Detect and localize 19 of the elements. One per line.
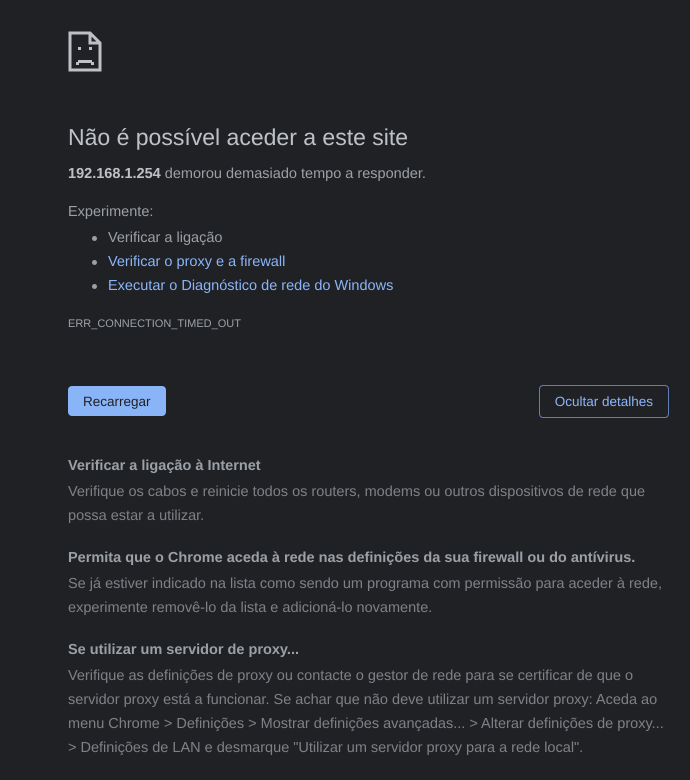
details-button[interactable]: Ocultar detalhes (538, 385, 669, 418)
detail-heading: Verificar a ligação à Internet (68, 457, 262, 476)
suggestion-link[interactable]: Verificar o proxy e a firewall (108, 254, 286, 270)
error-message: 192.168.1.254 demorou demasiado tempo a responder. (68, 165, 427, 184)
suggestion-link[interactable]: Executar o Diagnóstico de rede do Windows (108, 278, 394, 294)
bullet-icon (92, 236, 97, 240)
sad-page-icon (68, 31, 102, 72)
suggestion-text: Verificar a ligação (108, 230, 222, 246)
bullet-icon (92, 260, 97, 264)
bullet-icon (92, 284, 97, 288)
error-code: ERR_CONNECTION_TIMED_OUT (68, 318, 242, 330)
reload-button[interactable]: Recarregar (68, 386, 166, 416)
detail-text: Verifique as definições de proxy ou contacte o gestor de rede para se certificar de que o servidor proxy está a funcionar. Se achar que não deve utilizar um servidor proxy: Aceda ao menu Chrome > Definições > Mostrar definições avançadas... > Alterar definições de proxy... > Definições de LAN e desmarque "Utilizar um servidor proxy para a rede local". (68, 667, 665, 758)
detail-heading: Permita que o Chrome aceda à rede nas definições da sua firewall ou do antívirus. (68, 549, 636, 568)
detail-text: Se já estiver indicado na lista como sendo um programa com permissão para aceder à rede, experimente removê-lo da lista e adicioná-lo novamente. (68, 575, 663, 618)
page-heading: Não é possível aceder a este site (68, 123, 410, 152)
detail-text: Verifique os cabos e reinicie todos os routers, modems ou outros dispositivos de rede que possa estar a utilizar. (68, 483, 646, 526)
suggestions-label: Experimente: (68, 203, 154, 222)
detail-heading: Se utilizar um servidor de proxy... (68, 641, 300, 660)
